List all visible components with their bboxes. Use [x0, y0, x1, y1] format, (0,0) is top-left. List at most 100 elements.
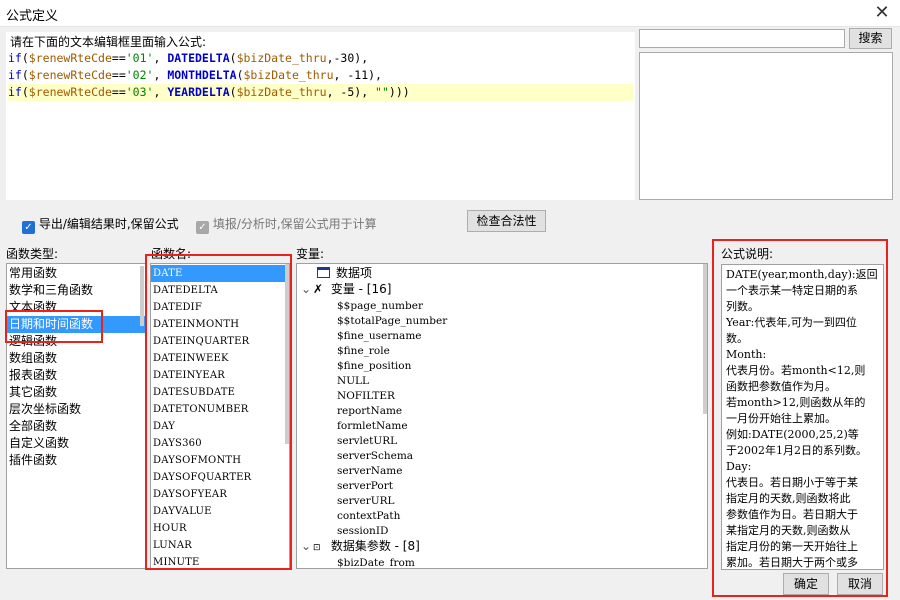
tree-variable-item-label: $$totalPage_number [337, 315, 448, 327]
formula-code[interactable]: if($renewRteCde=='01', DATEDELTA($bizDat… [8, 50, 633, 101]
tree-variable-item-label: contextPath [337, 510, 401, 522]
scrollbar[interactable] [140, 266, 144, 326]
category-item[interactable]: 全部函数 [7, 418, 145, 435]
table-icon [317, 267, 330, 278]
tree-variable-item[interactable]: serverURL [337, 494, 395, 509]
tree-variable-item-label: servletURL [337, 435, 398, 447]
window-title: 公式定义 [6, 9, 59, 24]
formula-line[interactable]: if($renewRteCde=='02', MONTHDELTA($bizDa… [8, 67, 633, 84]
code-token: , [153, 51, 168, 65]
tree-variable-item[interactable]: servletURL [337, 434, 397, 449]
tree-variable-item-label: reportName [337, 405, 403, 417]
code-token: ( [21, 85, 29, 99]
tree-variable-item[interactable]: NOFILTER [337, 389, 395, 404]
tree-variable-item[interactable]: $fine_position [337, 359, 411, 374]
formula-line[interactable]: if($renewRteCde=='01', DATEDELTA($bizDat… [8, 50, 633, 67]
keep-formula-calc-label: 填报/分析时,保留公式用于计算 [212, 217, 377, 231]
category-item[interactable]: 其它函数 [7, 384, 145, 401]
code-token: if [8, 85, 22, 99]
highlight-box [712, 239, 888, 597]
tree-variable-item[interactable]: $$totalPage_number [337, 314, 447, 329]
keep-formula-option[interactable]: ✓ 导出/编辑结果时,保留公式 [22, 215, 179, 234]
category-item[interactable]: 常用函数 [7, 265, 145, 282]
category-item[interactable]: 插件函数 [7, 452, 145, 469]
code-token: YEARDELTA [167, 85, 230, 99]
checkbox-checked-icon[interactable]: ✓ [22, 221, 35, 234]
category-item[interactable]: 数组函数 [7, 350, 145, 367]
code-token: $bizDate_thru [236, 85, 327, 99]
close-icon[interactable]: ✕ [872, 2, 892, 23]
tree-variable-item[interactable]: sessionID [337, 524, 388, 539]
title-bar: 公式定义 ✕ [0, 0, 900, 27]
code-token: ( [229, 85, 237, 99]
search-results[interactable] [639, 52, 893, 200]
category-item[interactable]: 数学和三角函数 [7, 282, 145, 299]
tree-variable-item-label: NULL [337, 375, 369, 387]
formula-editor[interactable]: 请在下面的文本编辑框里面输入公式: if($renewRteCde=='01',… [6, 32, 635, 200]
code-token: ( [21, 68, 29, 82]
keep-formula-label: 导出/编辑结果时,保留公式 [38, 217, 179, 231]
ok-button[interactable]: 确定 [783, 573, 829, 595]
highlight-box [5, 310, 103, 343]
code-token: == [111, 68, 126, 82]
expander-icon[interactable]: ⌄ [301, 282, 313, 297]
highlight-box [145, 254, 292, 570]
tree-variable-item-label: $fine_position [337, 360, 412, 372]
tree-variable-item-label: serverSchema [337, 450, 414, 462]
variables-tree[interactable]: 数据项 ⌄ ✗ 变量 - [16] $$page_number $$totalPage_… [296, 263, 708, 569]
code-token: $renewRteCde [28, 85, 112, 99]
category-item[interactable]: 层次坐标函数 [7, 401, 145, 418]
tree-variable-item[interactable]: serverSchema [337, 449, 413, 464]
tree-variable-item[interactable]: reportName [337, 404, 402, 419]
keep-formula-calc-option: ✓ 填报/分析时,保留公式用于计算 [196, 215, 377, 234]
variables-label: 变量: [296, 247, 325, 261]
category-label: 函数类型: [6, 247, 59, 261]
tree-dataset-item[interactable]: $bizDate_from [337, 556, 415, 569]
category-item[interactable]: 自定义函数 [7, 435, 145, 452]
code-token: $bizDate_thru [243, 68, 334, 82]
category-item[interactable]: 报表函数 [7, 367, 145, 384]
tree-variable-item[interactable]: serverName [337, 464, 402, 479]
code-token: ,-30), [326, 51, 369, 65]
tree-variable-item-label: formletName [337, 420, 408, 432]
variable-icon: ✗ [313, 282, 324, 296]
code-token: '03' [125, 85, 154, 99]
tree-variable-group-label: 变量 - [16] [330, 282, 392, 296]
tree-variable-item[interactable]: $fine_role [337, 344, 390, 359]
search-input[interactable] [639, 29, 845, 48]
formula-line[interactable]: if($renewRteCde=='03', YEARDELTA($bizDat… [8, 84, 633, 101]
tree-variable-group[interactable]: ⌄ ✗ 变量 - [16] [301, 282, 391, 297]
tree-variable-item[interactable]: serverPort [337, 479, 393, 494]
dataset-param-icon: ⊡ [313, 543, 321, 553]
code-token: , -11), [333, 68, 382, 82]
cancel-button[interactable]: 取消 [837, 573, 883, 595]
code-token: $bizDate_thru [236, 51, 327, 65]
tree-variable-item-label: serverPort [337, 480, 393, 492]
tree-variable-item[interactable]: contextPath [337, 509, 400, 524]
code-token: ( [236, 68, 244, 82]
tree-data-items[interactable]: 数据项 [317, 266, 372, 281]
code-token: $renewRteCde [28, 51, 112, 65]
tree-variable-item-label: NOFILTER [337, 390, 395, 402]
editor-label: 请在下面的文本编辑框里面输入公式: [10, 35, 207, 49]
tree-variable-item[interactable]: formletName [337, 419, 408, 434]
tree-variable-item[interactable]: $fine_username [337, 329, 422, 344]
tree-dataset-group[interactable]: ⌄ ⊡ 数据集参数 - [8] [301, 539, 420, 554]
tree-dataset-item-label: $bizDate_from [337, 557, 415, 569]
search-button[interactable]: 搜索 [849, 28, 892, 49]
code-token: if [8, 51, 22, 65]
code-token: ( [21, 51, 29, 65]
tree-variable-item[interactable]: NULL [337, 374, 369, 389]
tree-variable-item-label: sessionID [337, 525, 389, 537]
check-validity-button[interactable]: 检查合法性 [467, 210, 546, 232]
code-token: ( [229, 51, 237, 65]
code-token: ))) [388, 85, 410, 99]
code-token: == [111, 51, 126, 65]
expander-icon[interactable]: ⌄ [301, 539, 313, 554]
tree-dataset-group-label: 数据集参数 - [8] [330, 539, 420, 553]
category-list[interactable]: 常用函数 数学和三角函数 文本函数 日期和时间函数 逻辑函数 数组函数 报表函数 其它函数 层次… [6, 263, 146, 569]
code-token: DATEDELTA [167, 51, 230, 65]
tree-variable-item[interactable]: $$page_number [337, 299, 423, 314]
scrollbar[interactable] [703, 264, 707, 414]
tree-variable-item-label: serverName [337, 465, 403, 477]
